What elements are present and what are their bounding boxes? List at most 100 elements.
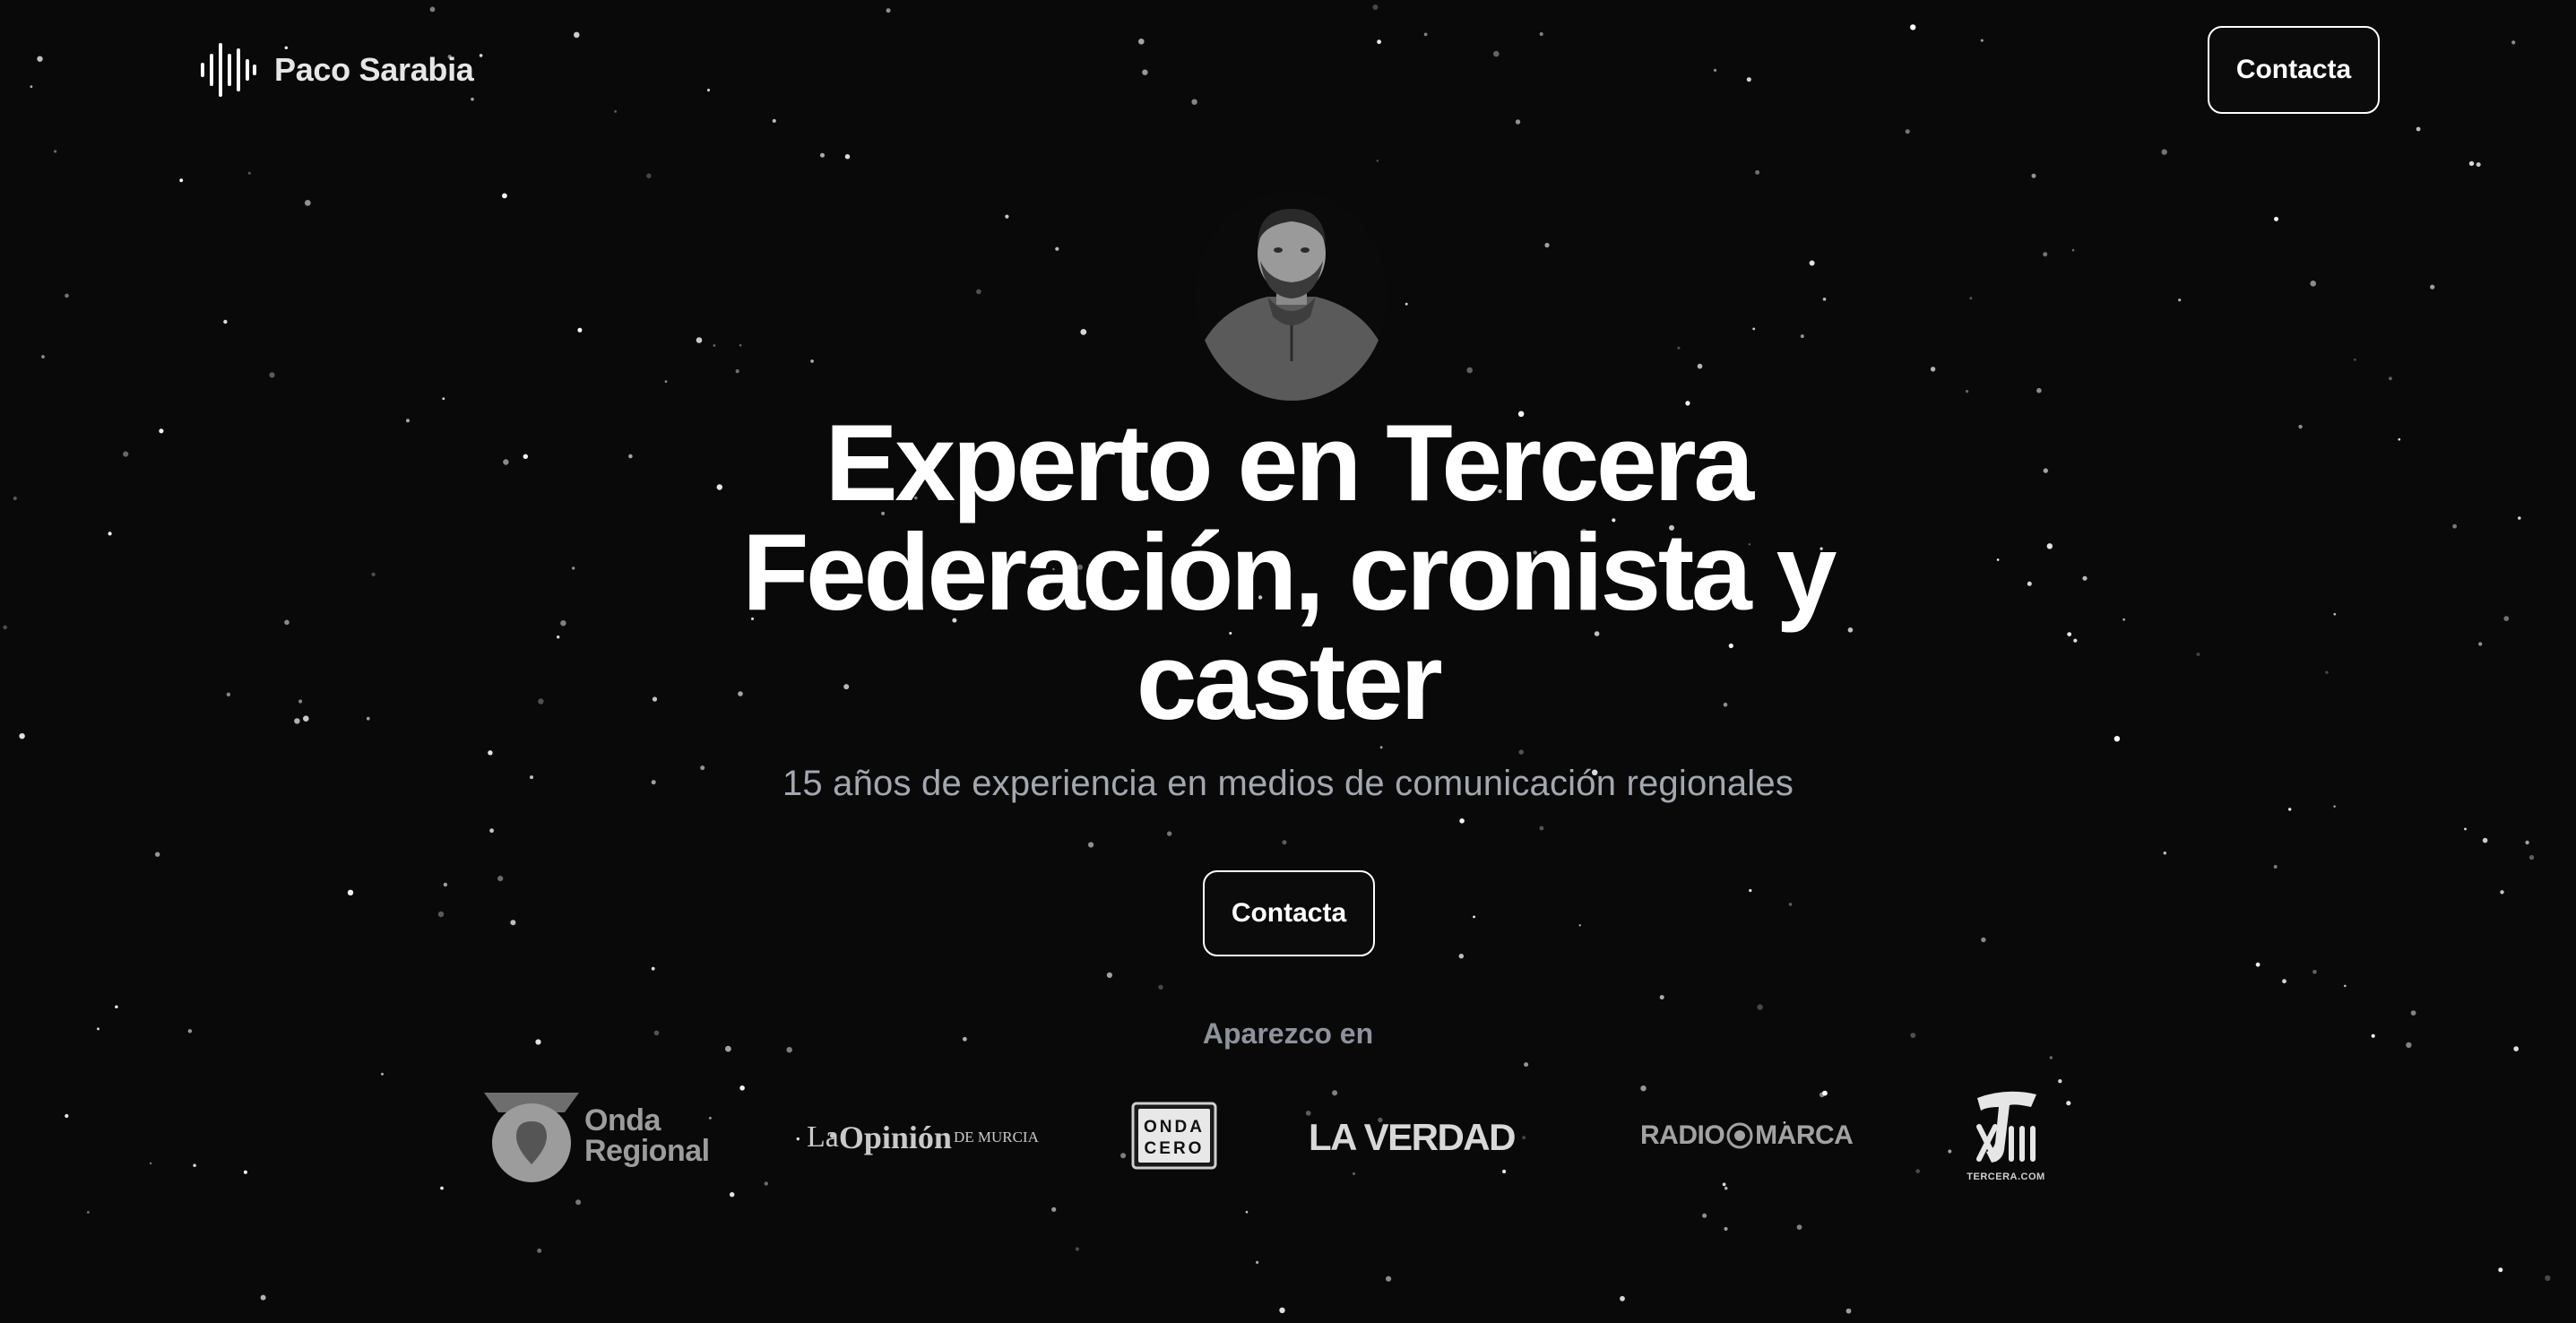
star <box>247 171 251 175</box>
brand-logo[interactable]: Paco Sarabia <box>199 41 474 99</box>
star <box>489 828 494 834</box>
star <box>1640 1085 1647 1092</box>
star <box>1724 1226 1728 1232</box>
star <box>1515 119 1521 125</box>
star <box>2043 252 2048 257</box>
star <box>2298 424 2303 429</box>
hero-contact-button[interactable]: Contacta <box>1203 870 1375 956</box>
star <box>575 1199 582 1206</box>
star <box>1051 1206 1057 1212</box>
star <box>54 150 57 153</box>
star <box>304 200 311 206</box>
star <box>2273 865 2278 869</box>
star <box>1158 984 1163 990</box>
star <box>123 451 129 457</box>
star <box>1578 924 1581 927</box>
star <box>1522 1136 1526 1140</box>
star <box>1405 302 1408 306</box>
star <box>479 54 483 57</box>
star <box>41 355 45 359</box>
star <box>976 289 981 295</box>
star <box>1386 1275 1392 1282</box>
star <box>713 344 716 347</box>
star <box>2073 638 2078 643</box>
nav-contact-button[interactable]: Contacta <box>2208 26 2380 114</box>
star <box>1724 1186 1728 1190</box>
star <box>2274 216 2278 221</box>
star <box>366 716 370 721</box>
logo-onda-cero: ONDA CERO <box>1131 1102 1217 1170</box>
star <box>2333 612 2337 616</box>
star <box>243 1170 247 1174</box>
star <box>1376 160 1379 162</box>
map-pin-icon <box>484 1093 579 1182</box>
star <box>1620 1295 1625 1301</box>
star <box>2058 1079 2062 1084</box>
star <box>1544 242 1550 248</box>
onda-cero-line-2: CERO <box>1145 1139 1205 1158</box>
star <box>1980 39 1984 42</box>
star <box>155 852 160 857</box>
star <box>886 8 891 13</box>
star <box>497 876 504 882</box>
star <box>1524 1062 1529 1068</box>
star <box>1539 32 1543 36</box>
star <box>1905 129 1910 134</box>
star <box>1377 39 1381 45</box>
star <box>1702 1213 1707 1218</box>
star <box>2410 1010 2416 1016</box>
star <box>1502 1169 1507 1174</box>
star <box>557 636 560 639</box>
star <box>772 118 776 123</box>
star <box>2528 854 2535 860</box>
star <box>3 625 8 630</box>
star <box>2398 437 2401 441</box>
star <box>97 1027 99 1031</box>
star <box>1075 1247 1079 1251</box>
star <box>1458 954 1465 959</box>
star <box>2043 468 2048 473</box>
star <box>1757 1004 1763 1010</box>
star <box>530 775 533 780</box>
star <box>2464 827 2467 831</box>
star <box>1423 32 1428 37</box>
star <box>1948 1149 1952 1154</box>
star <box>1746 77 1751 82</box>
star <box>381 1072 384 1076</box>
star <box>2430 284 2435 290</box>
star <box>115 1005 118 1009</box>
star <box>1305 1111 1311 1116</box>
la-opinion-opinion: Opinión <box>838 1120 952 1155</box>
star <box>1167 831 1172 836</box>
star <box>1080 329 1087 335</box>
avatar <box>1196 191 1387 401</box>
radio-marca-radio: RADIO <box>1640 1120 1725 1150</box>
star <box>503 459 509 465</box>
star <box>1752 327 1756 331</box>
star <box>1800 334 1804 339</box>
star <box>406 419 410 423</box>
star <box>159 428 164 434</box>
logo-la-verdad: LA VERDAD <box>1309 1116 1516 1158</box>
headline-line-1: Experto en Tercera <box>825 402 1754 523</box>
star <box>87 1211 90 1214</box>
star <box>730 1192 735 1198</box>
star <box>1539 826 1544 831</box>
star <box>2163 852 2166 855</box>
star <box>1819 1092 1825 1098</box>
star <box>2196 653 2200 656</box>
onda-regional-line-1: Onda <box>584 1103 661 1137</box>
hero-subtitle: 15 años de experiencia en medios de comu… <box>782 764 1794 803</box>
star <box>1120 1153 1127 1159</box>
star <box>1466 367 1473 374</box>
star <box>2161 149 2167 155</box>
logo-onda-regional: Onda Regional <box>484 1089 710 1182</box>
star <box>2036 387 2042 393</box>
star <box>820 152 825 158</box>
star <box>65 293 69 298</box>
star <box>1697 363 1703 369</box>
star <box>2031 173 2036 178</box>
star <box>1106 972 1112 978</box>
star <box>269 372 275 378</box>
star <box>2067 632 2072 636</box>
